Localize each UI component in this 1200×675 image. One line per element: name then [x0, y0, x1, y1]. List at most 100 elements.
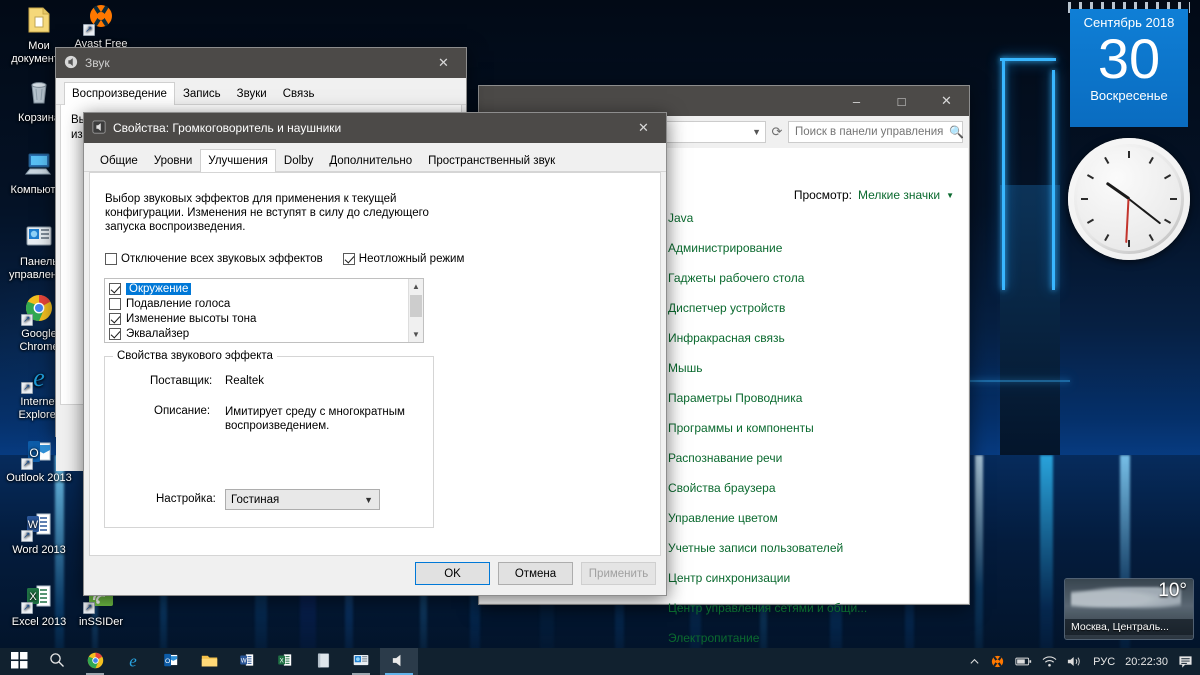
- calendar-gadget[interactable]: Сентябрь 2018 30 Воскресенье: [1064, 2, 1194, 130]
- effects-scrollbar[interactable]: ▲ ▼: [408, 279, 423, 342]
- taskbar-internet-explorer-button[interactable]: e: [114, 648, 152, 675]
- search-button[interactable]: [38, 648, 76, 675]
- description-label: Описание:: [154, 405, 210, 417]
- effect-checkbox[interactable]: [109, 298, 121, 310]
- close-button[interactable]: ✕: [421, 48, 466, 78]
- speaker-properties-dialog[interactable]: Свойства: Громкоговоритель и наушники ✕ …: [83, 112, 667, 596]
- taskbar-file-explorer-button[interactable]: [190, 648, 228, 675]
- maximize-button[interactable]: □: [879, 86, 924, 116]
- scrollbar-thumb[interactable]: [410, 295, 422, 317]
- apply-button[interactable]: Применить: [581, 562, 656, 585]
- cp-item[interactable]: Программы и компоненты: [668, 421, 968, 435]
- desktop-icon-avast[interactable]: Avast Free: [64, 2, 138, 51]
- cp-item[interactable]: Инфракрасная связь: [668, 331, 968, 345]
- notification-icon[interactable]: [1173, 648, 1198, 675]
- taskbar-excel-button[interactable]: X: [266, 648, 304, 675]
- taskbar-notes-button[interactable]: [304, 648, 342, 675]
- wifi-icon[interactable]: [1037, 648, 1062, 675]
- search-input[interactable]: [795, 126, 949, 138]
- disable-all-effects-checkbox[interactable]: [105, 253, 117, 265]
- cp-item[interactable]: Гаджеты рабочего стола: [668, 271, 968, 285]
- cp-item[interactable]: Мышь: [668, 361, 968, 375]
- cp-item[interactable]: Параметры Проводника: [668, 391, 968, 405]
- cp-item[interactable]: Java: [668, 211, 968, 225]
- view-value[interactable]: Мелкие значки: [858, 188, 940, 202]
- system-tray[interactable]: РУС 20:22:30: [964, 648, 1200, 675]
- properties-tabs[interactable]: Общие Уровни Улучшения Dolby Дополнитель…: [84, 150, 666, 172]
- volume-icon[interactable]: [1062, 648, 1088, 675]
- tab-recording[interactable]: Запись: [175, 83, 229, 104]
- tab-dolby[interactable]: Dolby: [276, 150, 321, 171]
- cp-item[interactable]: Центр управления сетями и общи...: [668, 601, 968, 615]
- chevron-down-icon[interactable]: ▼: [752, 127, 761, 137]
- cp-item[interactable]: Электропитание: [668, 631, 968, 645]
- properties-titlebar[interactable]: Свойства: Громкоговоритель и наушники ✕: [84, 113, 666, 143]
- effect-row[interactable]: Окружение: [105, 281, 423, 296]
- tab-levels[interactable]: Уровни: [146, 150, 200, 171]
- language-indicator[interactable]: РУС: [1088, 648, 1120, 675]
- setting-combobox[interactable]: Гостиная ▼: [225, 489, 380, 510]
- tab-enhancements[interactable]: Улучшения: [200, 149, 276, 172]
- minimize-button[interactable]: –: [834, 86, 879, 116]
- refresh-icon[interactable]: ⟳: [766, 121, 788, 143]
- avast-tray-icon[interactable]: [985, 648, 1010, 675]
- ok-button[interactable]: OK: [415, 562, 490, 585]
- tab-spatial-sound[interactable]: Пространственный звук: [420, 150, 563, 171]
- sound-dialog-tabs[interactable]: Воспроизведение Запись Звуки Связь: [56, 83, 466, 105]
- chevron-down-icon[interactable]: ▼: [364, 495, 373, 505]
- cp-item[interactable]: Учетные записи пользователей: [668, 541, 968, 555]
- taskbar-word-button[interactable]: W: [228, 648, 266, 675]
- tab-playback[interactable]: Воспроизведение: [64, 82, 175, 105]
- close-button[interactable]: ✕: [924, 86, 969, 116]
- tab-sounds[interactable]: Звуки: [229, 83, 275, 104]
- word-icon: W: [238, 651, 256, 672]
- avast-icon: [85, 2, 117, 34]
- immediate-mode-checkbox[interactable]: [343, 253, 355, 265]
- search-box[interactable]: 🔍: [788, 121, 963, 143]
- effect-row[interactable]: Подавление голоса: [105, 296, 423, 311]
- cp-item[interactable]: Диспетчер устройств: [668, 301, 968, 315]
- tab-advanced[interactable]: Дополнительно: [321, 150, 420, 171]
- cp-item[interactable]: Свойства браузера: [668, 481, 968, 495]
- search-icon[interactable]: 🔍: [949, 125, 964, 139]
- sound-dialog-titlebar[interactable]: Звук ✕: [56, 48, 466, 78]
- tab-communications[interactable]: Связь: [275, 83, 323, 104]
- effect-checkbox[interactable]: [109, 313, 121, 325]
- cp-item[interactable]: Управление цветом: [668, 511, 968, 525]
- effect-checkbox[interactable]: [109, 328, 121, 340]
- immediate-mode-label: Неотложный режим: [359, 253, 465, 265]
- shortcut-overlay-icon: [21, 382, 33, 394]
- control-panel-items-list: Java Администрирование Гаджеты рабочего …: [668, 211, 968, 661]
- taskbar[interactable]: e O W X: [0, 648, 1200, 675]
- battery-icon[interactable]: [1010, 648, 1037, 675]
- enhancements-intro-line2: конфигурации. Изменения не вступят в сил…: [105, 206, 429, 220]
- cp-item[interactable]: Администрирование: [668, 241, 968, 255]
- weather-location: Москва, Централь...: [1065, 619, 1193, 635]
- effect-row[interactable]: Эквалайзер: [105, 326, 423, 341]
- effect-checkbox[interactable]: [109, 283, 121, 295]
- tab-general[interactable]: Общие: [92, 150, 146, 171]
- close-button[interactable]: ✕: [621, 113, 666, 143]
- effect-label: Подавление голоса: [126, 298, 230, 310]
- desktop-icon-word[interactable]: W Word 2013: [2, 508, 76, 557]
- desktop-icon-label: Корзина: [18, 112, 60, 124]
- taskbar-control-panel-button[interactable]: [342, 648, 380, 675]
- start-button[interactable]: [0, 648, 38, 675]
- cp-item[interactable]: Распознавание речи: [668, 451, 968, 465]
- chevron-up-icon[interactable]: [964, 648, 985, 675]
- book-icon: [315, 652, 332, 672]
- effect-row[interactable]: Изменение высоты тона: [105, 311, 423, 326]
- cancel-button[interactable]: Отмена: [498, 562, 573, 585]
- scroll-down-icon[interactable]: ▼: [409, 327, 423, 342]
- scroll-up-icon[interactable]: ▲: [409, 279, 423, 294]
- chevron-down-icon[interactable]: ▼: [946, 191, 954, 200]
- cp-item[interactable]: Центр синхронизации: [668, 571, 968, 585]
- effects-listbox[interactable]: Окружение Подавление голоса Изменение вы…: [104, 278, 424, 343]
- taskbar-sound-button[interactable]: [380, 648, 418, 675]
- taskbar-outlook-button[interactable]: O: [152, 648, 190, 675]
- weather-gadget[interactable]: 10° Москва, Централь...: [1064, 578, 1194, 640]
- internet-explorer-icon: e: [123, 650, 143, 673]
- clock[interactable]: 20:22:30: [1120, 648, 1173, 675]
- taskbar-chrome-button[interactable]: [76, 648, 114, 675]
- clock-gadget[interactable]: [1068, 138, 1190, 260]
